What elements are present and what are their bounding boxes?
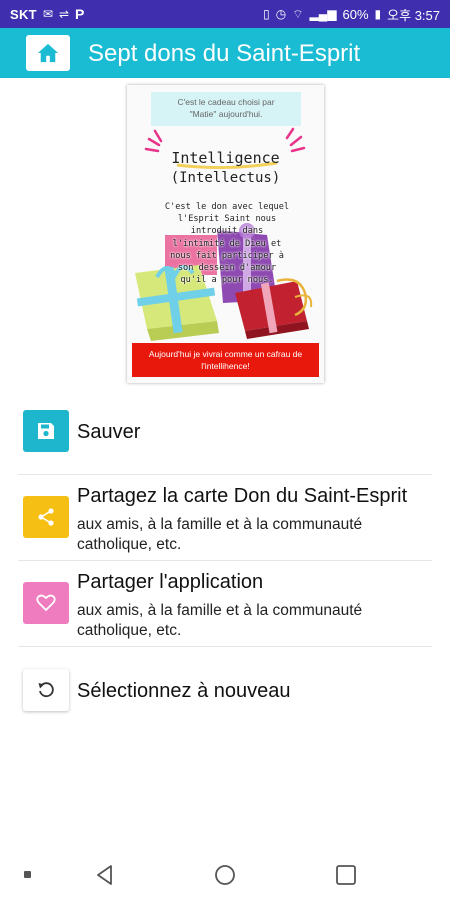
gift-card-image: C'est le cadeau choisi par "Matie" aujou… [127,85,324,383]
heart-icon [36,594,56,612]
reselect-label: Sélectionnez à nouveau [77,680,291,702]
save-label: Sauver [77,421,141,443]
wifi-icon: ⌔ [292,7,304,21]
mail-icon: ✉ [42,7,53,21]
share-app-subtitle: aux amis, à la famille et à la communaut… [77,602,363,639]
vibrate-icon: ▯ [263,7,270,21]
share-card-item[interactable]: Partagez la carte Don du Saint-Esprit au… [0,480,450,558]
card-caption: C'est le cadeau choisi par "Matie" aujou… [151,92,301,126]
carrier-label: SKT [10,6,37,22]
home-icon [38,43,58,63]
card-banner: Aujourd'hui je vivrai comme un cafrau de… [132,343,319,377]
clock: 오후 3:57 [387,7,440,23]
parking-icon: P [75,6,85,22]
nav-dot-indicator [24,871,31,878]
reselect-button[interactable] [23,669,69,711]
battery-icon: ▮ [374,7,382,21]
recents-icon[interactable] [335,864,357,886]
share-card-subtitle: aux amis, à la famille et à la communaut… [77,516,363,553]
system-nav-bar [0,850,450,900]
share-app-item[interactable]: Partager l'application aux amis, à la fa… [0,566,450,644]
home-button[interactable] [26,35,70,71]
alarm-icon: ◷ [275,7,287,21]
back-icon[interactable] [94,864,116,886]
refresh-icon [38,682,54,698]
share-app-button[interactable] [23,582,69,624]
card-title: Intelligence [171,149,280,167]
divider [18,646,432,647]
save-icon [38,423,54,439]
share-icon [38,508,54,526]
share-card-button[interactable] [23,496,69,538]
status-left: SKT ✉ ⇌ P [10,7,84,22]
signal-icon: ▂▄▆ [309,7,337,21]
battery-percent: 60% [342,6,369,22]
save-item[interactable]: Sauver [0,405,450,467]
status-right: ▯ ◷ ⌔ ▂▄▆ 60% ▮ 오후 3:57 [263,5,440,24]
share-card-title: Partagez la carte Don du Saint-Esprit [77,485,408,507]
home-nav-icon[interactable] [214,864,236,886]
usb-icon: ⇌ [58,7,70,21]
app-title: Sept dons du Saint-Esprit [88,40,361,67]
reselect-item[interactable]: Sélectionnez à nouveau [0,666,450,716]
card-subtitle: (Intellectus) [170,170,281,186]
share-app-title: Partager l'application [77,571,264,593]
divider [18,560,432,561]
card-description: C'est le don avec lequel l'Esprit Saint … [164,202,290,286]
save-button[interactable] [23,410,69,452]
status-bar: SKT ✉ ⇌ P ▯ ◷ ⌔ ▂▄▆ 60% ▮ 오후 3:57 [0,0,450,28]
app-bar: Sept dons du Saint-Esprit [0,28,450,78]
divider [18,474,432,475]
